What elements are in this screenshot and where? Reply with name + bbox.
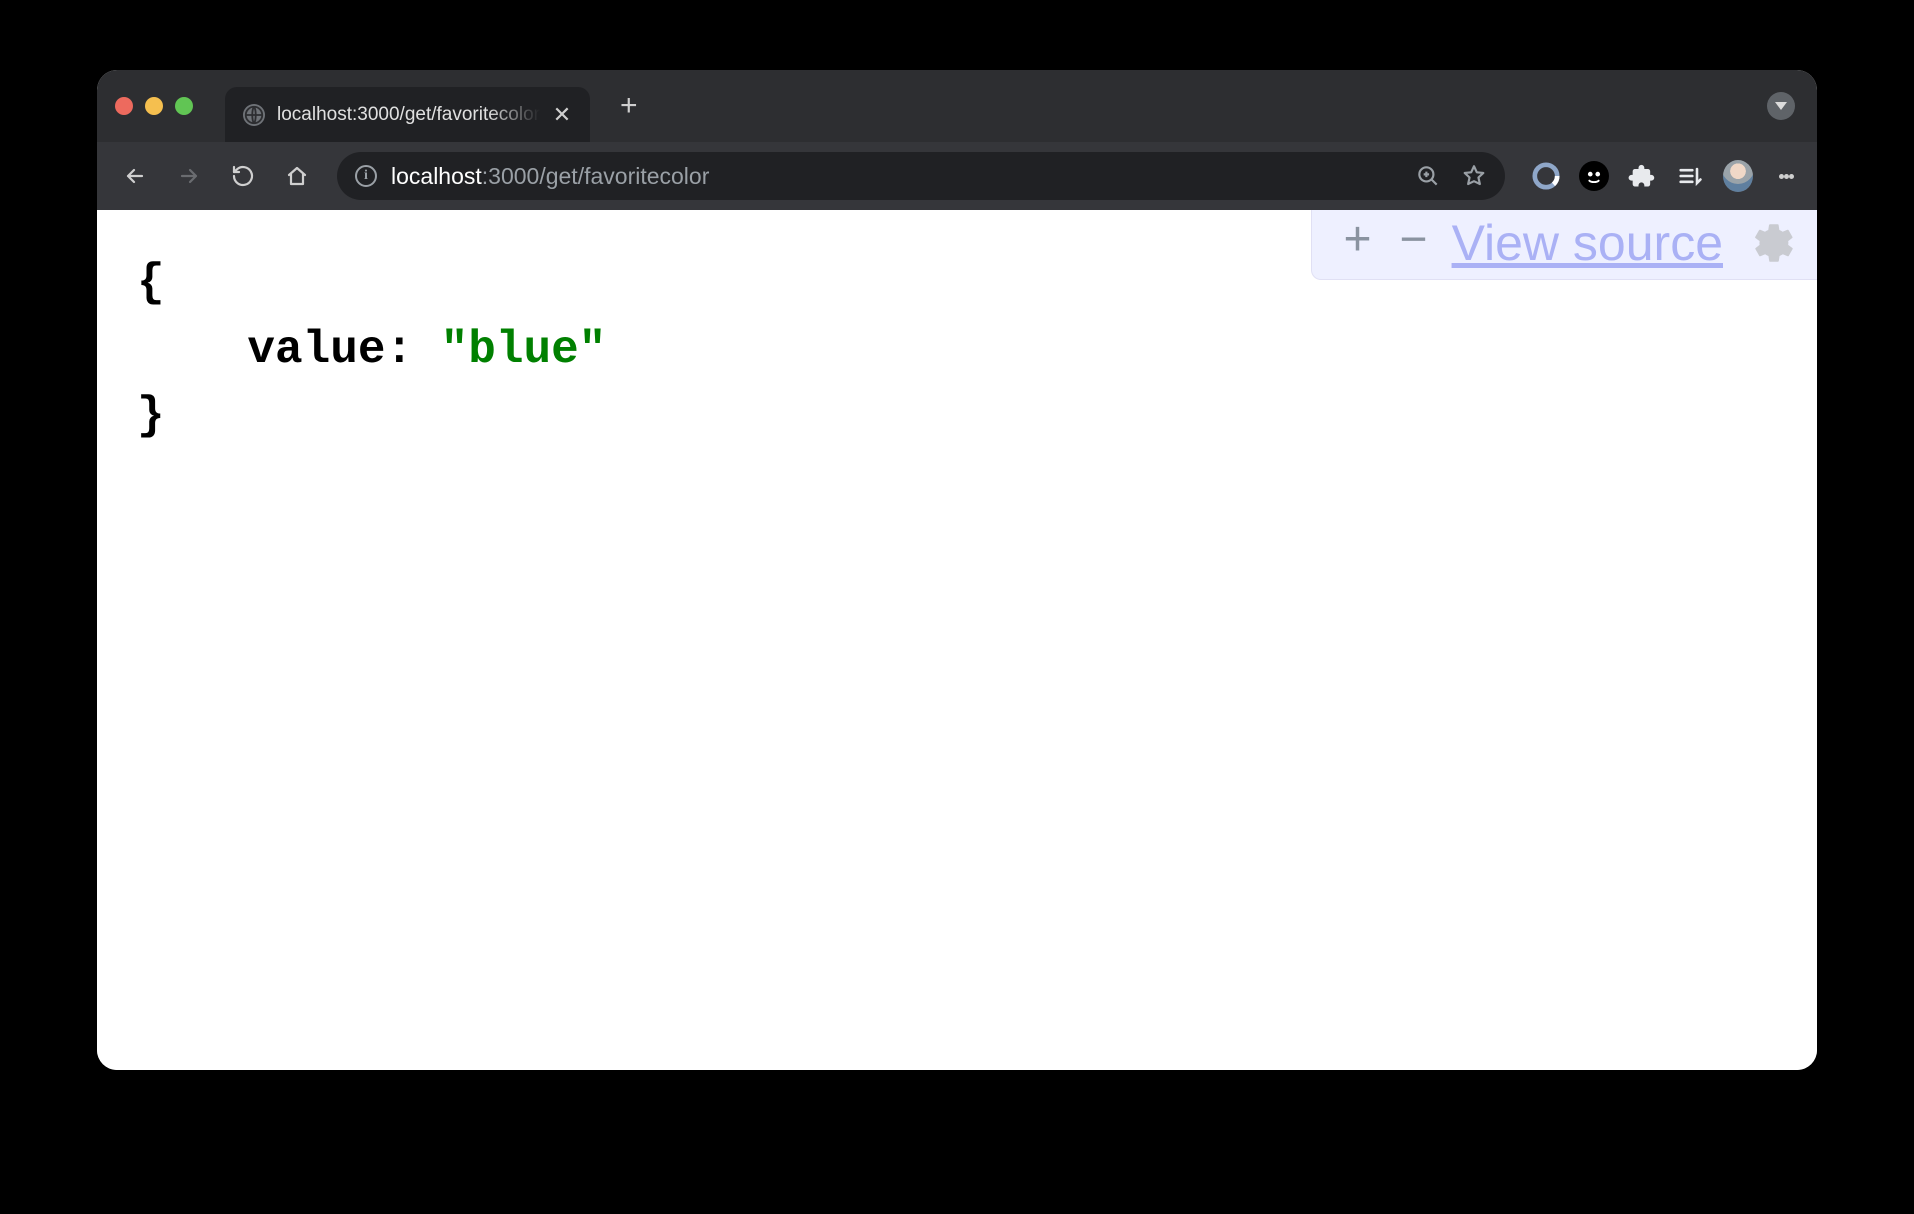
bookmark-star-icon[interactable] xyxy=(1461,163,1487,189)
browser-window: localhost:3000/get/favoritecolor ✕ + i l… xyxy=(97,70,1817,1070)
reading-list-icon[interactable] xyxy=(1675,161,1705,191)
title-bar: localhost:3000/get/favoritecolor ✕ + xyxy=(97,70,1817,142)
close-window-button[interactable] xyxy=(115,97,133,115)
omnibox-actions xyxy=(1415,163,1487,189)
json-body: { value: "blue" } xyxy=(137,250,1777,450)
site-info-icon[interactable]: i xyxy=(355,165,377,187)
extensions-puzzle-icon[interactable] xyxy=(1627,161,1657,191)
collapse-all-button[interactable]: − xyxy=(1396,219,1432,267)
extension-ring-icon[interactable] xyxy=(1531,161,1561,191)
profile-avatar[interactable] xyxy=(1723,161,1753,191)
address-bar[interactable]: i localhost:3000/get/favoritecolor xyxy=(337,152,1505,200)
json-string-value: "blue" xyxy=(441,324,607,376)
extension-icons xyxy=(1531,161,1801,191)
maximize-window-button[interactable] xyxy=(175,97,193,115)
chrome-menu-button[interactable] xyxy=(1771,161,1801,191)
new-tab-button[interactable]: + xyxy=(620,89,638,123)
json-key: value: xyxy=(137,324,441,376)
forward-button[interactable] xyxy=(167,154,211,198)
tab-close-button[interactable]: ✕ xyxy=(552,104,572,126)
globe-icon xyxy=(243,104,265,126)
traffic-lights xyxy=(115,97,193,115)
reload-button[interactable] xyxy=(221,154,265,198)
view-source-link[interactable]: View source xyxy=(1452,214,1723,272)
url-path: :3000/get/favoritecolor xyxy=(482,163,710,189)
home-button[interactable] xyxy=(275,154,319,198)
tab-overflow-button[interactable] xyxy=(1767,92,1795,120)
back-button[interactable] xyxy=(113,154,157,198)
url-host: localhost xyxy=(391,163,482,189)
json-viewer-toolbar: + − View source xyxy=(1311,210,1817,280)
kebab-menu-icon xyxy=(1779,171,1794,182)
toolbar: i localhost:3000/get/favoritecolor xyxy=(97,142,1817,210)
json-close-brace: } xyxy=(137,390,165,442)
minimize-window-button[interactable] xyxy=(145,97,163,115)
gear-icon[interactable] xyxy=(1751,220,1797,266)
tab-title: localhost:3000/get/favoritecolor xyxy=(277,104,540,126)
zoom-icon[interactable] xyxy=(1415,163,1441,189)
browser-tab[interactable]: localhost:3000/get/favoritecolor ✕ xyxy=(225,87,590,142)
json-open-brace: { xyxy=(137,257,165,309)
expand-all-button[interactable]: + xyxy=(1340,219,1376,267)
page-content: + − View source { value: "blue" } xyxy=(97,210,1817,1070)
extension-face-icon[interactable] xyxy=(1579,161,1609,191)
url-text: localhost:3000/get/favoritecolor xyxy=(391,163,1401,190)
